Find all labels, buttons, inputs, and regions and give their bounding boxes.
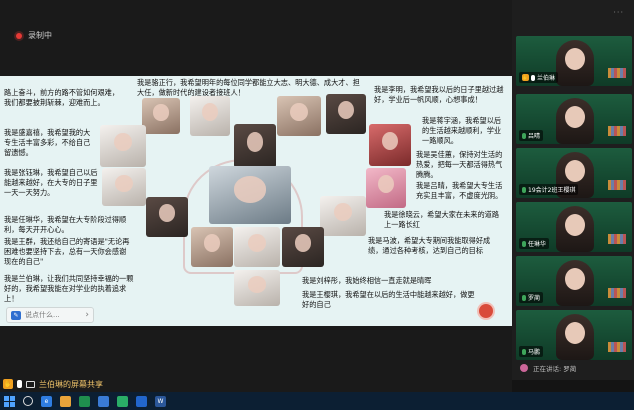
- shared-slide: 我是骆正行，我希望明年的每位同学都能立大志、明大德、成大才、担大任，做新时代的建…: [0, 76, 512, 326]
- participant-tile[interactable]: 19会计2班王樱琪: [516, 148, 632, 198]
- mic-muted-icon: [522, 186, 526, 193]
- participant-face: [565, 214, 585, 236]
- bookshelf-decor: [608, 342, 626, 352]
- recording-indicator[interactable]: 录制中: [16, 30, 52, 41]
- stage-background: [0, 326, 512, 380]
- more-options-icon[interactable]: ···: [613, 8, 624, 17]
- share-label: 兰伯琳的屏幕共享: [39, 379, 103, 389]
- meeting-window: 录制中 我是骆正行，我希望明年的每位同学都能立大志、明大德、成大才、担大任，做新…: [0, 0, 634, 410]
- participant-name: 19会计2班王樱琪: [528, 187, 576, 194]
- chevron-right-icon[interactable]: ›: [85, 310, 89, 320]
- slide-text-5: 我是任琳华，我希望在大专阶段过得顺利，每天开开心心。: [4, 215, 127, 234]
- slide-text-13: 我是马波，希望大专期间我能取得好成绩，通过各种考核，达到自己的目标: [368, 236, 491, 255]
- app-store-icon[interactable]: [79, 395, 90, 407]
- student-photo: [282, 227, 324, 267]
- bookshelf-decor: [608, 180, 626, 190]
- bookshelf-decor: [608, 68, 626, 78]
- mic-muted-icon: [522, 348, 526, 355]
- comment-icon: ✎: [11, 310, 21, 320]
- participant-tile[interactable]: 任琳华: [516, 202, 632, 252]
- participant-tile[interactable]: 罗蔺: [516, 256, 632, 306]
- student-photo: [102, 168, 146, 206]
- student-photo: [320, 196, 366, 236]
- windows-taskbar: e W: [0, 392, 634, 410]
- participant-face: [565, 322, 585, 344]
- slide-text-10: 我是吴佳蕙，保持对生活的热爱，把每一天都活得热气腾腾。: [416, 150, 503, 179]
- participants-panel: ··· ✋ 兰伯琳 吕晴 19会计2班王樱琪 任琳华 罗蔺 马鹏 正在讲话: 罗…: [512, 0, 634, 380]
- slide-text-14: 我是刘梓彤，我始终相信一直走就是晴晖: [302, 276, 432, 285]
- panel-header: ···: [512, 0, 634, 30]
- bookshelf-decor: [608, 288, 626, 298]
- recording-label: 录制中: [28, 31, 52, 40]
- participant-name: 罗蔺: [528, 295, 541, 302]
- top-bar: 录制中: [0, 0, 512, 76]
- raised-hand-icon: ✋: [3, 379, 13, 389]
- participant-face: [565, 160, 585, 182]
- participant-name: 兰伯琳: [537, 75, 556, 82]
- wechat-icon[interactable]: [117, 395, 128, 407]
- student-photo: [191, 227, 233, 267]
- search-icon[interactable]: [23, 396, 33, 406]
- participant-name-tag: 19会计2班王樱琪: [519, 184, 579, 195]
- mic-muted-icon: [522, 240, 526, 247]
- student-photo: [366, 168, 406, 208]
- student-photo: [277, 96, 321, 136]
- participant-tile[interactable]: ✋ 兰伯琳: [516, 36, 632, 86]
- mail-icon[interactable]: [98, 395, 109, 407]
- student-photo: [146, 197, 188, 237]
- speaking-indicator: 正在讲话: 罗蔺: [512, 355, 634, 380]
- comment-placeholder: 说点什么...: [25, 311, 60, 319]
- edge-browser-icon[interactable]: e: [41, 395, 52, 407]
- slide-text-8: 我是李明，我希望我以后的日子里越过越好，学业后一帆风顺，心想事成！: [374, 85, 504, 104]
- slide-text-9: 我是蒋宇涵，我希望以后的生活越来越顺利，学业一路顺风。: [422, 116, 502, 145]
- student-photo: [100, 125, 146, 167]
- slide-text-15: 我是王樱琪，我希望在以后的生活中能越来越好，做更好的自己: [302, 290, 475, 309]
- slide-text-4: 我是张钰琳，我希望自己以后能越来越好，在大专的日子里一天一天努力。: [4, 168, 98, 197]
- participant-name-tag: 任琳华: [519, 238, 550, 249]
- slide-text-7: 我是兰伯琳，让我们共同坚持幸福的一颗好的，我希望我能在对学业的执着追求上！: [4, 274, 134, 303]
- bookshelf-decor: [608, 126, 626, 136]
- participant-face: [565, 106, 585, 128]
- participant-tile[interactable]: 马鹏: [516, 310, 632, 360]
- comment-input[interactable]: ✎ 说点什么... ›: [6, 307, 94, 323]
- slide-text-6: 我是王群，我还给自己的寄语是"无论再困难也要坚持下去，总有一天你会感谢现在的自己…: [4, 237, 130, 266]
- student-photo: [234, 270, 280, 306]
- record-dot-icon: [16, 32, 22, 39]
- mic-speaking-icon: [522, 294, 526, 301]
- speaker-avatar: [520, 363, 528, 372]
- screen-share-icon: [26, 380, 35, 388]
- participant-name: 吕晴: [528, 133, 541, 140]
- student-photo: [190, 96, 230, 136]
- record-button[interactable]: [479, 304, 493, 318]
- slide-text-12: 我是徐晓云，希望大家在未来的道路上一路长红: [384, 210, 500, 229]
- participant-name-tag: ✋ 兰伯琳: [519, 72, 559, 83]
- slide-text-2: 路上奋斗，前方的路不管如何艰难，我们都要披荆斩棘，迎难而上。: [4, 88, 120, 107]
- bookshelf-decor: [608, 234, 626, 244]
- file-explorer-icon[interactable]: [60, 395, 71, 407]
- student-photo: [369, 124, 411, 166]
- word-icon[interactable]: W: [155, 395, 166, 407]
- participant-name: 任琳华: [528, 241, 547, 248]
- raised-hand-icon: ✋: [522, 74, 529, 81]
- screen-share-bar[interactable]: ✋ 兰伯琳的屏幕共享: [0, 376, 512, 392]
- mic-muted-icon: [522, 132, 526, 139]
- windows-start-icon[interactable]: [4, 395, 15, 407]
- participant-name-tag: 吕晴: [519, 130, 544, 141]
- student-photo: [326, 94, 366, 134]
- slide-text-3: 我是盛嘉禧，我希望我的大专生活丰富多彩，不给自己留遗憾。: [4, 128, 91, 157]
- mic-icon: [531, 74, 535, 81]
- mic-icon: [17, 380, 22, 388]
- participant-face: [565, 48, 585, 70]
- participant-face: [565, 268, 585, 290]
- participant-tile[interactable]: 吕晴: [516, 94, 632, 144]
- participant-name-tag: 罗蔺: [519, 292, 544, 303]
- class-group-photo: [209, 166, 291, 224]
- system-tray: [574, 392, 634, 410]
- speaking-label: 正在讲话: 罗蔺: [533, 364, 577, 373]
- meeting-app-icon[interactable]: [136, 395, 147, 407]
- student-photo: [142, 98, 180, 134]
- student-photo: [234, 124, 276, 168]
- student-photo: [234, 227, 280, 267]
- slide-text-11: 我是吕晴，我希望大专生活充实且丰富，不虚度光阴。: [416, 181, 503, 200]
